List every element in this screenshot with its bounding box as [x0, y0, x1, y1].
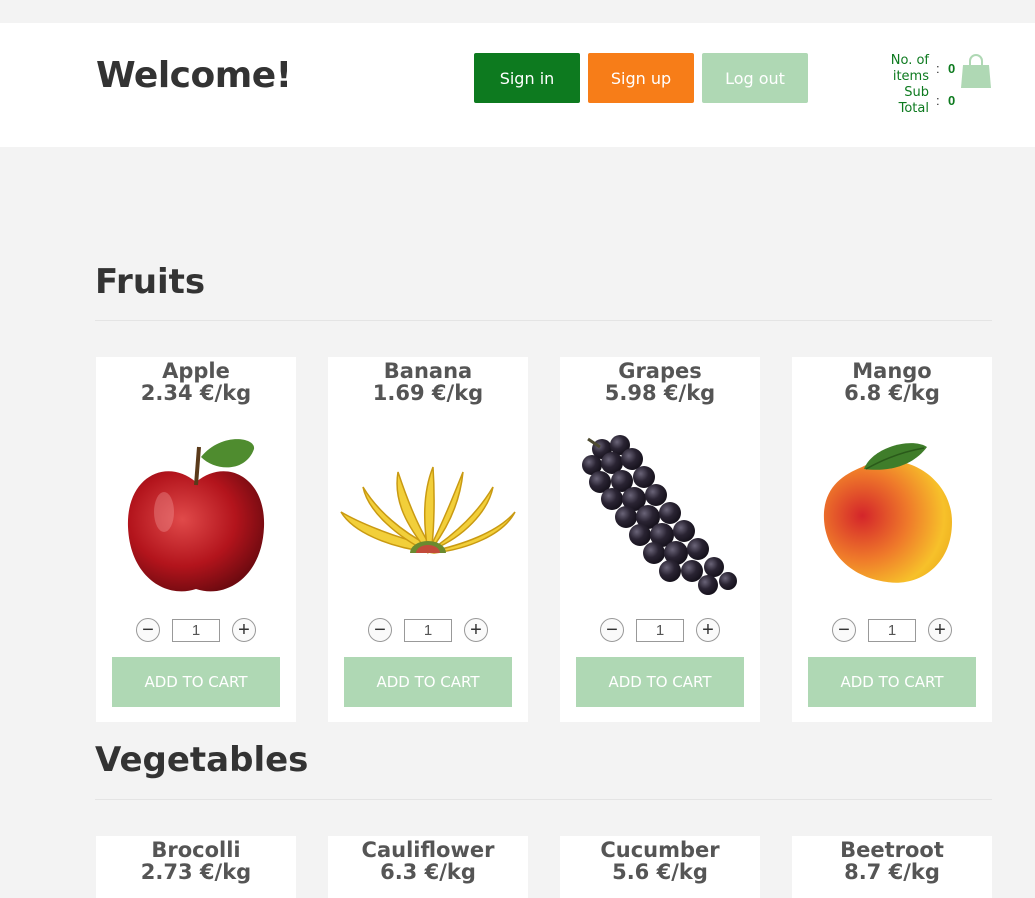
- product-card-cauliflower: Cauliflower 6.3 €/kg: [328, 836, 528, 898]
- banana-image: [340, 466, 516, 555]
- items-separator: :: [936, 61, 940, 76]
- vegetables-section-title: Vegetables: [95, 740, 309, 780]
- items-count-label: No. of items: [890, 53, 929, 84]
- add-to-cart-button[interactable]: ADD TO CART: [112, 657, 280, 707]
- quantity-input[interactable]: [636, 619, 684, 642]
- product-name: Grapes: [618, 359, 702, 383]
- increase-quantity-button[interactable]: +: [696, 618, 720, 642]
- add-to-cart-button[interactable]: ADD TO CART: [808, 657, 976, 707]
- product-card-apple: Apple 2.34 €/kg − + ADD TO CART: [96, 357, 296, 722]
- increase-quantity-button[interactable]: +: [928, 618, 952, 642]
- product-name: Banana: [383, 359, 473, 383]
- product-price: 6.3 €/kg: [380, 860, 476, 884]
- fruits-section-title: Fruits: [95, 262, 206, 302]
- product-price: 5.98 €/kg: [604, 381, 716, 405]
- product-card-cucumber: Cucumber 5.6 €/kg: [560, 836, 760, 898]
- items-count-value: 0: [948, 61, 956, 76]
- shopping-bag-icon[interactable]: [960, 53, 992, 89]
- product-card-mango: Mango 6.8 €/kg − + ADD TO CART: [792, 357, 992, 722]
- quantity-input[interactable]: [172, 619, 220, 642]
- grapes-image: [582, 435, 737, 595]
- header: Welcome! Sign in Sign up Log out No. of …: [0, 23, 1035, 147]
- product-price: 2.34 €/kg: [140, 381, 252, 405]
- subtotal-separator: :: [936, 93, 940, 108]
- log-out-button[interactable]: Log out: [702, 53, 808, 103]
- product-price: 1.69 €/kg: [372, 381, 484, 405]
- sign-in-button[interactable]: Sign in: [474, 53, 580, 103]
- product-name: Mango: [852, 359, 932, 383]
- product-card-brocolli: Brocolli 2.73 €/kg: [96, 836, 296, 898]
- welcome-heading: Welcome!: [96, 55, 292, 96]
- quantity-input[interactable]: [868, 619, 916, 642]
- product-name: Beetroot: [840, 838, 944, 862]
- cart-summary: No. of items : 0 Sub Total : 0: [870, 53, 995, 123]
- subtotal-value: 0: [948, 93, 956, 108]
- decrease-quantity-button[interactable]: −: [600, 618, 624, 642]
- product-name: Cauliflower: [361, 838, 495, 862]
- add-to-cart-button[interactable]: ADD TO CART: [576, 657, 744, 707]
- product-name: Brocolli: [151, 838, 241, 862]
- product-card-grapes: Grapes 5.98 €/kg − + ADD TO CART: [560, 357, 760, 722]
- product-price: 6.8 €/kg: [844, 381, 940, 405]
- product-name: Cucumber: [600, 838, 720, 862]
- product-card-beetroot: Beetroot 8.7 €/kg: [792, 836, 992, 898]
- product-price: 8.7 €/kg: [844, 860, 940, 884]
- decrease-quantity-button[interactable]: −: [832, 618, 856, 642]
- product-card-banana: Banana 1.69 €/kg − + ADD TO CART: [328, 357, 528, 722]
- quantity-input[interactable]: [404, 619, 452, 642]
- add-to-cart-button[interactable]: ADD TO CART: [344, 657, 512, 707]
- section-divider: [95, 320, 992, 321]
- section-divider: [95, 799, 992, 800]
- subtotal-label: Sub Total: [898, 85, 929, 116]
- increase-quantity-button[interactable]: +: [464, 618, 488, 642]
- product-price: 5.6 €/kg: [612, 860, 708, 884]
- sign-up-button[interactable]: Sign up: [588, 53, 694, 103]
- mango-image: [823, 443, 952, 583]
- increase-quantity-button[interactable]: +: [232, 618, 256, 642]
- product-price: 2.73 €/kg: [140, 860, 252, 884]
- apple-image: [127, 439, 265, 592]
- product-name: Apple: [162, 359, 230, 383]
- decrease-quantity-button[interactable]: −: [368, 618, 392, 642]
- decrease-quantity-button[interactable]: −: [136, 618, 160, 642]
